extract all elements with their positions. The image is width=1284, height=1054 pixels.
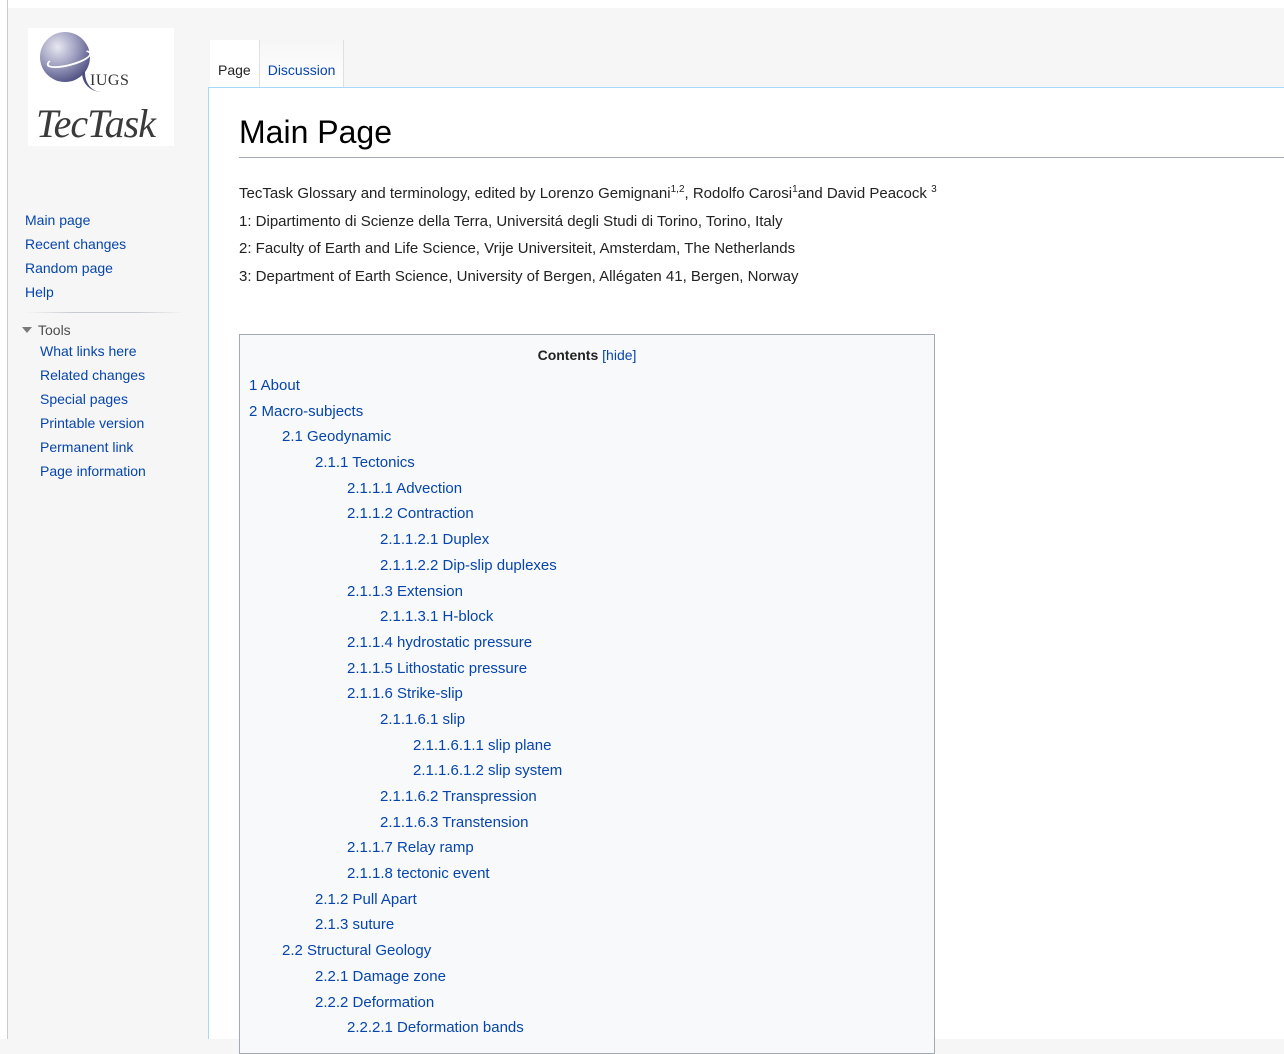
toc-item[interactable]: 2.2.2.1 Deformation bands (249, 1017, 934, 1043)
toc-item[interactable]: 2.1.1.6.1.2 slip system (249, 760, 934, 786)
toc-item[interactable]: 2.1.1.3 Extension (249, 581, 934, 607)
tools-list: What links here Related changes Special … (40, 341, 195, 485)
toc-hide-link[interactable]: [hide] (602, 347, 636, 363)
intro-line-1: TecTask Glossary and terminology, edited… (239, 180, 1269, 208)
toc-item[interactable]: 2.1.1.2 Contraction (249, 503, 934, 529)
toc-item[interactable]: 2.2.2 Deformation (249, 992, 934, 1018)
sidebar-item-random-page[interactable]: Random page (25, 258, 195, 282)
toc-item[interactable]: 2.2.1 Damage zone (249, 966, 934, 992)
toc-item[interactable]: 2.1 Geodynamic (249, 426, 934, 452)
sidebar-item-related-changes[interactable]: Related changes (40, 365, 195, 389)
toc-title: Contents (537, 347, 599, 363)
tab-discussion-label[interactable]: Discussion (268, 62, 336, 78)
toc-item[interactable]: 2.1.1.6 Strike-slip (249, 683, 934, 709)
toc-list: 1 About 2 Macro-subjects 2.1 Geodynamic 2.1… (240, 375, 934, 1043)
toc-item[interactable]: 2.1.1.5 Lithostatic pressure (249, 658, 934, 684)
page-tabs: Page Discussion (210, 38, 345, 88)
intro-editors-text: TecTask Glossary and terminology, edited… (239, 185, 671, 202)
toc-item[interactable]: 2.1.1.6.1 slip (249, 709, 934, 735)
title-underline (239, 157, 1284, 158)
tab-discussion[interactable]: Discussion (259, 40, 345, 88)
toc-item[interactable]: 2.1.1.6.1.1 slip plane (249, 735, 934, 761)
affiliation-superscript: 3 (931, 184, 937, 195)
site-logo[interactable]: IUGS TecTask (28, 28, 174, 146)
tab-page-label: Page (218, 62, 251, 78)
sidebar-divider (25, 312, 185, 313)
affiliation-superscript: 1,2 (670, 184, 685, 195)
sidebar-item-recent-changes[interactable]: Recent changes (25, 234, 195, 258)
sidebar-item-what-links-here[interactable]: What links here (40, 341, 195, 365)
toc-item[interactable]: 2.1.1.2.2 Dip-slip duplexes (249, 555, 934, 581)
window-left-edge (0, 0, 8, 1039)
logo-name-text: TecTask (36, 101, 156, 146)
page-title: Main Page (239, 114, 392, 150)
toc-item[interactable]: 2.1.2 Pull Apart (249, 889, 934, 915)
toc-item[interactable]: 2.1.1.1 Advection (249, 478, 934, 504)
toc-item[interactable]: 2.1.1.7 Relay ramp (249, 837, 934, 863)
chevron-down-icon (22, 327, 32, 333)
logo-iugs-text: IUGS (90, 72, 130, 89)
main-content: Main Page TecTask Glossary and terminolo… (208, 87, 1284, 1054)
intro-editors-text: , Rodolfo Carosi (684, 185, 793, 202)
toc-item[interactable]: 2 Macro-subjects (249, 401, 934, 427)
tab-page[interactable]: Page (210, 40, 260, 88)
tools-label: Tools (38, 322, 71, 338)
tools-toggle[interactable]: Tools (22, 319, 195, 341)
table-of-contents: Contents [hide] 1 About 2 Macro-subjects 2… (239, 334, 935, 1054)
sidebar-item-permanent-link[interactable]: Permanent link (40, 437, 195, 461)
toc-item[interactable]: 2.1.1.3.1 H-block (249, 606, 934, 632)
toc-item[interactable]: 2.1.1 Tectonics (249, 452, 934, 478)
sidebar-item-printable-version[interactable]: Printable version (40, 413, 195, 437)
toc-item[interactable]: 2.1.1.2.1 Duplex (249, 529, 934, 555)
window-top-edge (0, 0, 1284, 8)
sidebar: Main page Recent changes Random page Hel… (22, 210, 195, 485)
sidebar-item-special-pages[interactable]: Special pages (40, 389, 195, 413)
intro-line-4: 3: Department of Earth Science, Universi… (239, 267, 799, 285)
intro-line-3: 2: Faculty of Earth and Life Science, Vr… (239, 240, 796, 257)
toc-header: Contents [hide] (240, 347, 934, 367)
intro-line-2: 1: Dipartimento di Scienze della Terra, … (239, 212, 783, 230)
intro-editors-text: and David Peacock (797, 185, 932, 202)
toc-item[interactable]: 2.1.1.8 tectonic event (249, 863, 934, 889)
toc-item[interactable]: 2.1.1.4 hydrostatic pressure (249, 632, 934, 658)
sidebar-item-page-information[interactable]: Page information (40, 461, 195, 485)
toc-item[interactable]: 1 About (249, 375, 934, 401)
sidebar-nav: Main page Recent changes Random page Hel… (25, 210, 195, 306)
toc-item[interactable]: 2.1.3 suture (249, 914, 934, 940)
intro-text: TecTask Glossary and terminology, edited… (239, 180, 1269, 290)
toc-item[interactable]: 2.2 Structural Geology (249, 940, 934, 966)
toc-item[interactable]: 2.1.1.6.2 Transpression (249, 786, 934, 812)
sidebar-item-main-page[interactable]: Main page (25, 210, 195, 234)
toc-item[interactable]: 2.1.1.6.3 Transtension (249, 812, 934, 838)
sidebar-item-help[interactable]: Help (25, 282, 195, 306)
